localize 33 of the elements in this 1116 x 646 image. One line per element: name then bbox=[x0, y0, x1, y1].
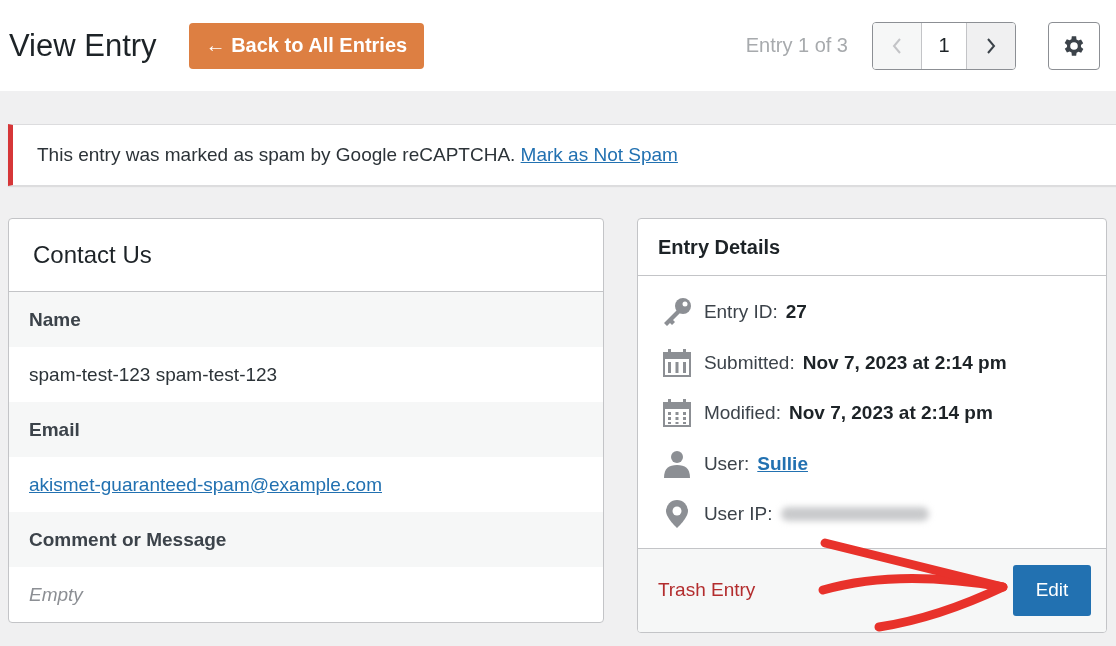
location-pin-icon bbox=[664, 499, 689, 530]
detail-label: User IP: bbox=[703, 503, 773, 526]
page-title: View Entry bbox=[9, 27, 157, 64]
trash-link[interactable]: Trash Entry bbox=[657, 579, 756, 601]
calendar-icon bbox=[661, 347, 692, 378]
detail-value: 27 bbox=[785, 301, 807, 324]
chevron-right-icon bbox=[986, 36, 996, 55]
edit-button[interactable]: Edit bbox=[1013, 564, 1091, 616]
detail-label: Modified: bbox=[703, 402, 781, 425]
detail-value: Nov 7, 2023 at 2:14 pm bbox=[789, 402, 993, 425]
email-link[interactable]: akismet-guaranteed-spam@example.com bbox=[29, 473, 382, 496]
chevron-left-icon bbox=[892, 36, 902, 55]
settings-button[interactable] bbox=[1048, 21, 1100, 70]
back-button[interactable]: ← Back to All Entries bbox=[188, 22, 425, 69]
page-number-field[interactable]: 1 bbox=[921, 22, 967, 69]
field-label: Comment or Message bbox=[9, 512, 603, 567]
field-value: spam-test-123 spam-test-123 bbox=[29, 363, 278, 386]
user-icon bbox=[662, 448, 691, 479]
user-link[interactable]: Sullie bbox=[757, 452, 808, 475]
field-label: Email bbox=[9, 402, 603, 457]
entry-counter: Entry 1 of 3 bbox=[745, 34, 848, 57]
next-button[interactable] bbox=[967, 22, 1015, 69]
detail-label: Submitted: bbox=[703, 351, 795, 374]
card-title: Contact Us bbox=[33, 241, 152, 269]
card-title: Entry Details bbox=[657, 235, 781, 259]
field-value: Empty bbox=[29, 583, 83, 606]
not-spam-link[interactable]: Mark as Not Spam bbox=[520, 144, 678, 165]
spam-notice: This entry was marked as spam by Google reCAPTCHA. Mark as Not Spam bbox=[37, 144, 678, 166]
calendar-icon bbox=[661, 398, 692, 429]
detail-value: Nov 7, 2023 at 2:14 pm bbox=[802, 351, 1007, 374]
field-label: Name bbox=[9, 292, 603, 347]
detail-label: Entry ID: bbox=[703, 301, 778, 324]
detail-label: User: bbox=[703, 452, 750, 475]
